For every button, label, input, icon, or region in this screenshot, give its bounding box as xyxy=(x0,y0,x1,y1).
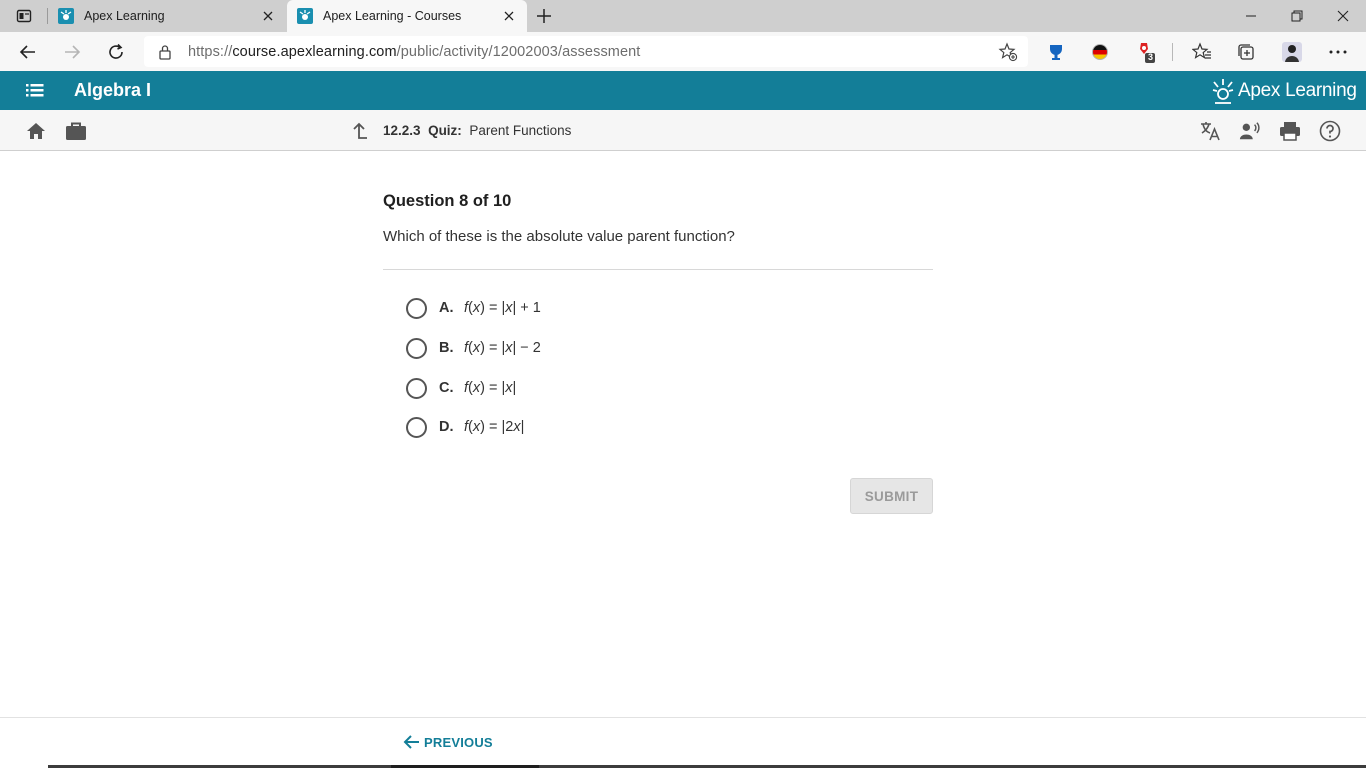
activity-breadcrumb: 12.2.3 Quiz: Parent Functions xyxy=(383,123,571,138)
lock-icon[interactable] xyxy=(158,44,172,65)
browser-tab-strip: Apex Learning Apex Learning - Courses xyxy=(0,0,1366,32)
refresh-icon[interactable] xyxy=(104,40,128,64)
choice-expression: f(x) = |2x| xyxy=(464,419,525,435)
function-variable: x xyxy=(472,380,481,396)
address-bar[interactable]: https://course.apexlearning.com/public/a… xyxy=(144,36,1028,67)
expression-part: | − 2 xyxy=(512,340,541,356)
question-prompt: Which of these is the absolute value par… xyxy=(383,228,735,245)
restore-window-icon[interactable] xyxy=(1274,0,1320,32)
apex-favicon-icon xyxy=(297,8,313,24)
forward-arrow-icon[interactable] xyxy=(60,40,84,64)
tab-title: Apex Learning xyxy=(84,9,165,23)
function-name: f xyxy=(464,340,469,356)
radio-button[interactable] xyxy=(406,297,427,319)
app-header: Algebra I Apex Learning xyxy=(0,71,1366,110)
url-scheme: https:// xyxy=(188,44,233,60)
translate-icon[interactable] xyxy=(1199,120,1221,142)
german-flag-extension-icon[interactable] xyxy=(1088,40,1112,64)
question-heading: Question 8 of 10 xyxy=(383,192,512,210)
function-variable: x xyxy=(472,300,481,316)
expression-part: = | xyxy=(484,300,506,316)
submit-button[interactable]: SUBMIT xyxy=(850,478,933,514)
activity-title: Parent Functions xyxy=(469,123,572,138)
apex-favicon-icon xyxy=(58,8,74,24)
answer-choice-c[interactable]: C. f(x) = |x| xyxy=(406,376,516,400)
choice-expression: f(x) = |x| − 2 xyxy=(464,340,541,356)
apex-sun-icon xyxy=(1212,79,1234,104)
function-name: f xyxy=(464,419,469,435)
new-tab-plus-icon[interactable] xyxy=(534,6,554,26)
tab-title: Apex Learning - Courses xyxy=(323,9,462,23)
trophy-extension-icon[interactable] xyxy=(1044,40,1068,64)
apex-learning-logo: Apex Learning xyxy=(1212,78,1357,104)
activity-toolbar: 12.2.3 Quiz: Parent Functions xyxy=(0,110,1366,151)
briefcase-icon[interactable] xyxy=(65,120,87,142)
course-title: Algebra I xyxy=(74,80,152,100)
activity-type: Quiz: xyxy=(428,123,462,138)
expression-variable: x xyxy=(505,300,513,316)
more-options-icon[interactable] xyxy=(1326,40,1350,64)
close-window-icon[interactable] xyxy=(1320,0,1366,32)
previous-button[interactable]: PREVIOUS xyxy=(402,734,493,750)
expression-variable: x xyxy=(505,380,513,396)
answer-choice-b[interactable]: B. f(x) = |x| − 2 xyxy=(406,336,541,360)
expression-part: | + 1 xyxy=(512,300,541,316)
activity-number: 12.2.3 xyxy=(383,123,421,138)
url-text[interactable]: https://course.apexlearning.com/public/a… xyxy=(188,44,640,60)
expression-part: = |2 xyxy=(484,419,514,435)
extension-badge: 3 xyxy=(1148,52,1154,62)
choice-letter: B. xyxy=(439,340,454,356)
home-icon[interactable] xyxy=(25,120,47,142)
function-name: f xyxy=(464,380,469,396)
choice-letter: D. xyxy=(439,419,454,435)
radio-button[interactable] xyxy=(406,377,427,399)
help-icon[interactable] xyxy=(1319,120,1341,142)
previous-label: PREVIOUS xyxy=(424,734,493,750)
choice-letter: A. xyxy=(439,300,454,316)
function-variable: x xyxy=(472,340,481,356)
radio-button[interactable] xyxy=(406,337,427,359)
choice-expression: f(x) = |x| xyxy=(464,380,517,396)
expression-part: | xyxy=(520,419,525,435)
expression-part: = | xyxy=(484,340,506,356)
browser-tab-apex-learning[interactable]: Apex Learning xyxy=(48,0,286,32)
tab-actions-icon[interactable] xyxy=(8,6,40,26)
choice-expression: f(x) = |x| + 1 xyxy=(464,300,541,316)
back-arrow-icon[interactable] xyxy=(16,40,40,64)
function-variable: x xyxy=(472,419,481,435)
close-tab-icon[interactable] xyxy=(260,8,276,24)
answer-choice-d[interactable]: D. f(x) = |2x| xyxy=(406,415,524,439)
expression-part: = | xyxy=(484,380,506,396)
text-to-speech-icon[interactable] xyxy=(1239,120,1261,142)
favorites-icon[interactable] xyxy=(1190,40,1214,64)
close-tab-icon[interactable] xyxy=(501,8,517,24)
function-name: f xyxy=(464,300,469,316)
profile-avatar[interactable] xyxy=(1280,40,1304,64)
shield-extension-icon[interactable]: 3 xyxy=(1132,40,1156,64)
minimize-window-icon[interactable] xyxy=(1228,0,1274,32)
choice-letter: C. xyxy=(439,380,454,396)
url-host: course.apexlearning.com xyxy=(232,44,397,60)
add-favorite-star-icon[interactable] xyxy=(998,42,1018,67)
collections-icon[interactable] xyxy=(1234,40,1258,64)
toolbar-separator xyxy=(1172,43,1173,61)
expression-part: | xyxy=(512,380,517,396)
print-icon[interactable] xyxy=(1279,120,1301,142)
browser-tab-apex-courses[interactable]: Apex Learning - Courses xyxy=(287,0,527,32)
url-path: /public/activity/12002003/assessment xyxy=(396,44,641,60)
arrow-left-icon xyxy=(403,735,419,749)
browser-toolbar: https://course.apexlearning.com/public/a… xyxy=(0,32,1366,71)
brand-name: Apex Learning xyxy=(1238,80,1357,101)
expression-variable: x xyxy=(513,419,521,435)
expression-variable: x xyxy=(505,340,513,356)
question-divider xyxy=(383,269,933,270)
up-level-arrow-icon[interactable] xyxy=(348,120,370,142)
menu-list-icon[interactable] xyxy=(24,81,48,101)
answer-choice-a[interactable]: A. f(x) = |x| + 1 xyxy=(406,296,541,320)
radio-button[interactable] xyxy=(406,416,427,438)
page-footer: PREVIOUS xyxy=(0,717,1366,768)
